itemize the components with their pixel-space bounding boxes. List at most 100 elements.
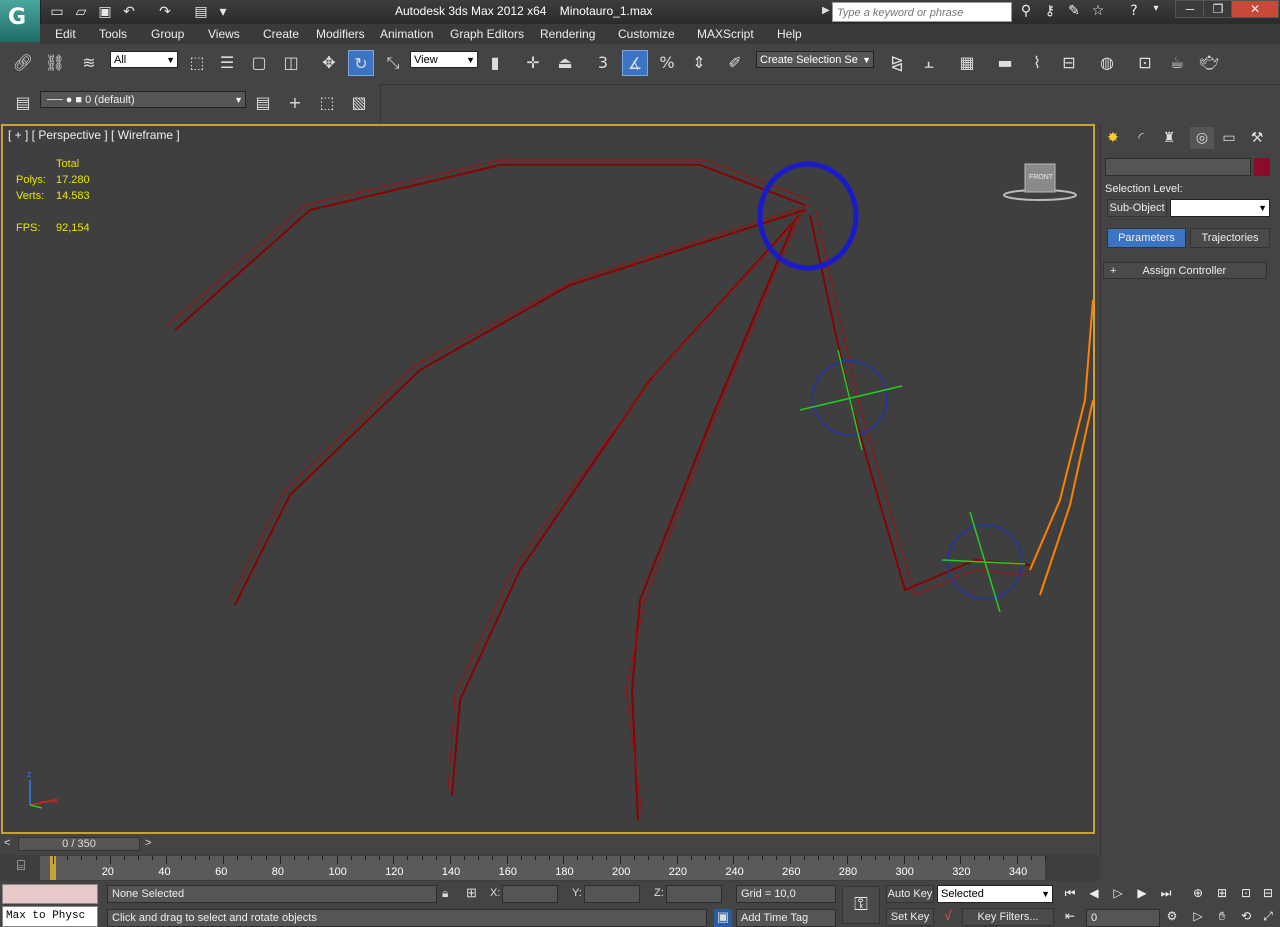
timeline-tick-label: 240: [725, 866, 744, 878]
timeline-tick-label: 260: [782, 866, 801, 878]
z-label: Z:: [654, 887, 664, 899]
timeline-tick: [889, 856, 891, 860]
timeline-tick: [166, 856, 168, 864]
timeline-tick: [322, 856, 324, 860]
play-icon[interactable]: ▷: [1108, 886, 1128, 902]
timeline-tick: [775, 856, 777, 860]
wing-arm: [809, 214, 1031, 592]
timeline-tick-label: 20: [101, 866, 114, 878]
timeline-tick-label: 200: [612, 866, 631, 878]
timeline-tick: [81, 856, 83, 860]
time-configuration-icon[interactable]: ⚙: [1162, 909, 1182, 925]
maximize-viewport-icon[interactable]: ⤢: [1258, 909, 1278, 925]
hierarchy-tab-icon[interactable]: ♜: [1157, 127, 1181, 149]
timeline-tick-label: 140: [441, 866, 461, 878]
timeline-tick: [279, 856, 281, 864]
timeline-tick: [917, 856, 919, 860]
wing-finger-3-outline: [447, 209, 807, 791]
field-of-view-icon[interactable]: ▷: [1188, 909, 1208, 925]
viewcube: [1003, 163, 1077, 201]
absolute-mode-icon[interactable]: ⊞: [466, 885, 482, 901]
timeline-tick: [1031, 856, 1033, 860]
zoom-all-icon[interactable]: ⊞: [1212, 886, 1232, 902]
time-prev-button[interactable]: <: [4, 837, 10, 849]
timeline-tick: [265, 856, 267, 860]
time-tag-icon[interactable]: ▣: [714, 909, 732, 927]
maxscript-listener-output[interactable]: [2, 884, 98, 904]
sub-object-button[interactable]: Sub-Object: [1107, 199, 1167, 217]
object-name-field[interactable]: [1105, 158, 1251, 176]
assign-controller-rollout[interactable]: + Assign Controller: [1103, 262, 1267, 279]
timeline-tick-label: 120: [385, 866, 404, 878]
zoom-icon[interactable]: ⊕: [1188, 886, 1208, 902]
tab-trajectories[interactable]: Trajectories: [1190, 228, 1270, 248]
z-coordinate-field[interactable]: [666, 885, 722, 903]
wing-finger-1: [174, 164, 806, 331]
time-slider-track[interactable]: [0, 835, 1095, 853]
axis-x-line: [29, 799, 56, 806]
tab-parameters[interactable]: Parameters: [1107, 228, 1186, 248]
grid-size-display: Grid = 10,0: [736, 885, 836, 903]
x-coordinate-field[interactable]: [502, 885, 558, 903]
zoom-extents-all-icon[interactable]: ⊟: [1258, 886, 1278, 902]
key-mode-dropdown[interactable]: Selected ▼: [937, 885, 1053, 903]
timeline-tick: [662, 856, 664, 860]
timeline-tick: [846, 856, 848, 864]
timeline-tick: [620, 856, 621, 864]
time-next-button[interactable]: >: [145, 837, 151, 849]
timeline-tick: [223, 856, 225, 864]
key-mode-toggle-icon[interactable]: ⇤: [1060, 909, 1080, 925]
timeline-tick: [336, 856, 338, 864]
set-key-big-button[interactable]: ⚿: [842, 886, 880, 924]
timeline-tick: [109, 856, 111, 864]
timeline-tick: [931, 856, 933, 860]
modify-tab-icon[interactable]: ◜: [1129, 127, 1153, 149]
timeline-tick: [549, 856, 551, 860]
y-coordinate-field[interactable]: [584, 885, 640, 903]
go-to-start-icon[interactable]: ⏮: [1060, 886, 1080, 902]
maxscript-listener-input[interactable]: Max to Physc: [2, 906, 98, 927]
create-tab-icon[interactable]: ✸: [1101, 127, 1125, 149]
rollout-title: Assign Controller: [1142, 265, 1227, 277]
timeline-tick: [563, 856, 565, 864]
prompt-line: Click and drag to select and rotate obje…: [107, 909, 707, 927]
zoom-extents-icon[interactable]: ⊡: [1236, 886, 1256, 902]
current-frame-field[interactable]: 0: [1086, 909, 1160, 927]
utilities-tab-icon[interactable]: ⚒: [1245, 127, 1269, 149]
timeline-tick: [634, 856, 636, 860]
add-time-tag-button[interactable]: Add Time Tag: [736, 909, 836, 927]
set-key-button[interactable]: Set Key: [886, 908, 934, 926]
timeline-tick-label: 60: [215, 866, 228, 878]
display-tab-icon[interactable]: ▭: [1217, 127, 1241, 149]
key-curve-icon[interactable]: √: [938, 908, 958, 926]
previous-frame-icon[interactable]: ◀: [1084, 886, 1104, 902]
timeline-tick-label: 100: [328, 866, 347, 878]
timeline-tick: [534, 856, 536, 860]
timeline-tick: [492, 856, 494, 860]
lock-selection-icon[interactable]: 🔒︎: [442, 886, 456, 900]
timeline-tick: [350, 856, 352, 860]
orbit-icon[interactable]: ⟲: [1236, 909, 1256, 925]
timeline-tick: [577, 856, 579, 860]
key-filters-button[interactable]: Key Filters...: [962, 908, 1054, 926]
auto-key-button[interactable]: Auto Key: [886, 885, 934, 903]
go-to-end-icon[interactable]: ⏭: [1156, 886, 1176, 902]
pan-view-icon[interactable]: ✋︎: [1212, 909, 1232, 925]
next-frame-icon[interactable]: ▶: [1132, 886, 1152, 902]
timeline-tick: [988, 856, 990, 860]
viewcube-label[interactable]: FRONT: [1028, 174, 1054, 181]
timeline-tick-label: 160: [498, 866, 517, 878]
timeline-tick: [95, 856, 97, 860]
sub-object-dropdown[interactable]: ▼: [1170, 199, 1270, 217]
red-bone-chain: [174, 164, 1031, 821]
x-label: X:: [490, 887, 501, 899]
timeline-tick-label: 40: [158, 866, 171, 878]
time-slider-thumb[interactable]: 0 / 350: [18, 837, 140, 851]
timeline-tick: [293, 856, 295, 860]
viewport-scene: [29, 159, 1094, 821]
object-color-swatch[interactable]: [1254, 158, 1270, 176]
timeline-tick-label: 180: [555, 866, 574, 878]
motion-tab-icon[interactable]: ◎: [1190, 127, 1214, 149]
timeline-tick: [875, 856, 877, 860]
timeline-tick: [194, 856, 196, 860]
